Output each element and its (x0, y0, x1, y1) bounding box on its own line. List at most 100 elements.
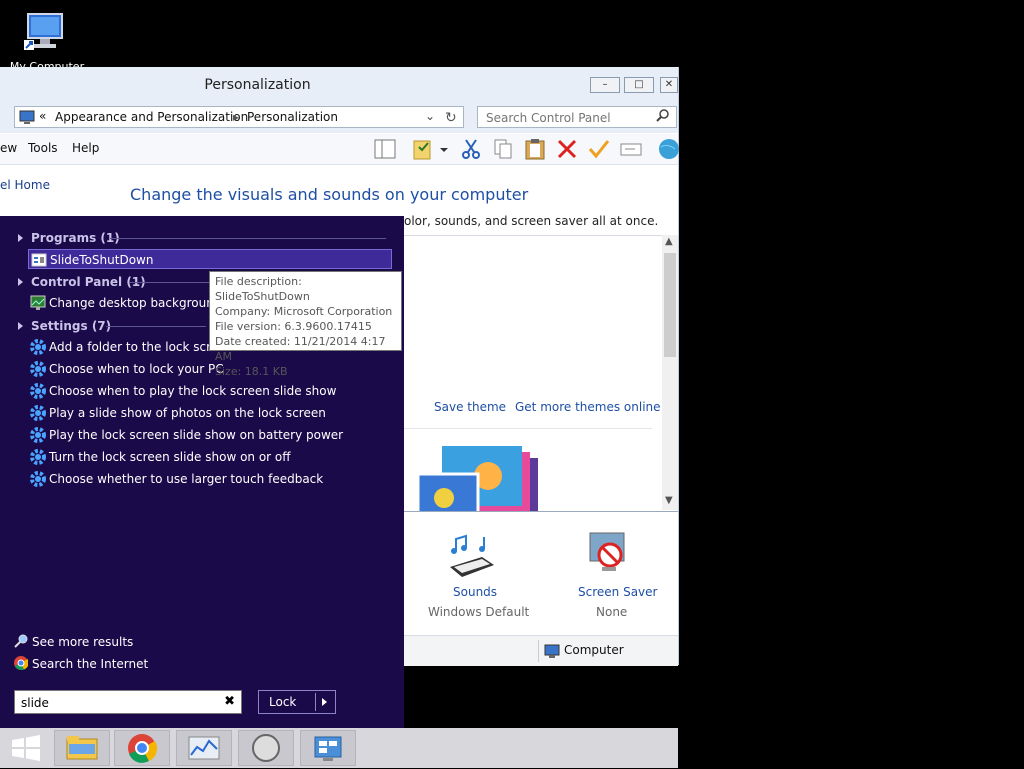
tooltip-company: Company: Microsoft Corporation (215, 305, 393, 318)
control-panel-home-link[interactable]: el Home (0, 178, 50, 192)
scroll-up-icon[interactable]: ▲ (665, 236, 673, 247)
scroll-down-icon[interactable]: ▼ (665, 495, 673, 506)
delete-icon[interactable] (555, 137, 579, 161)
see-more-results-link[interactable]: See more results (14, 634, 133, 649)
application-icon (31, 252, 47, 268)
result-label: Change desktop background (49, 296, 222, 310)
compass-icon (239, 734, 293, 768)
theme-list[interactable] (404, 235, 662, 518)
status-divider (538, 640, 539, 662)
paste-icon[interactable] (523, 137, 547, 161)
copy-icon[interactable] (491, 137, 515, 161)
clear-search-icon[interactable]: ✖ (224, 694, 235, 709)
result-label: Choose when to lock your PC (49, 362, 224, 376)
result-label: Choose when to play the lock screen slid… (49, 384, 337, 398)
lock-button[interactable]: Lock (258, 690, 336, 714)
gear-icon (30, 361, 46, 377)
breadcrumb-chevrons[interactable]: « (39, 109, 46, 123)
resource-monitor-taskbar-button[interactable] (176, 730, 232, 766)
window-title: Personalization (204, 77, 311, 93)
chrome-icon (14, 656, 29, 671)
gear-icon (30, 449, 46, 465)
theme-preview-image[interactable] (416, 446, 538, 518)
search-input[interactable] (484, 108, 658, 128)
save-theme-link[interactable]: Save theme (434, 400, 506, 414)
sounds-icon[interactable] (446, 533, 496, 582)
gear-icon (30, 339, 46, 355)
gear-icon (30, 471, 46, 487)
sounds-link[interactable]: Sounds (453, 585, 497, 599)
file-explorer-taskbar-button[interactable] (54, 730, 110, 766)
result-slidetoshutdown[interactable]: SlideToShutDown (28, 249, 392, 269)
desktop-background-icon (30, 295, 46, 311)
group-control-panel-label: Control Panel (1) (31, 275, 146, 289)
maximize-button[interactable]: □ (624, 77, 654, 93)
folder-icon (55, 736, 109, 768)
gear-icon (30, 383, 46, 399)
group-divider (110, 238, 386, 239)
start-search-box[interactable]: ✖ (14, 690, 242, 714)
control-panel-taskbar-button[interactable] (300, 730, 356, 766)
start-button[interactable] (2, 730, 58, 766)
search-internet-link[interactable]: Search the Internet (14, 656, 148, 671)
breadcrumb-appearance[interactable]: Appearance and Personalization (55, 110, 248, 124)
magnifier-icon (14, 634, 28, 648)
group-programs[interactable]: Programs (1) (18, 231, 120, 245)
layout-pane-icon[interactable] (373, 137, 397, 161)
my-computer-desktop-icon[interactable]: My Computer (10, 10, 84, 73)
taskbar (0, 728, 678, 768)
tooltip-size: Size: 18.1 KB (215, 365, 288, 378)
window-titlebar[interactable]: Personalization – □ ✕ (0, 67, 678, 103)
lock-label: Lock (269, 695, 297, 709)
status-computer-icon (544, 643, 560, 662)
result-label: SlideToShutDown (50, 253, 154, 267)
menu-tools[interactable]: Tools (28, 141, 58, 155)
result-setting-3[interactable]: Choose when to play the lock screen slid… (28, 381, 392, 401)
screen-saver-icon[interactable] (586, 529, 634, 580)
result-setting-4[interactable]: Play a slide show of photos on the lock … (28, 403, 392, 423)
result-setting-6[interactable]: Turn the lock screen slide show on or of… (28, 447, 392, 467)
rename-icon[interactable] (619, 137, 643, 161)
search-internet-label: Search the Internet (32, 657, 149, 671)
globe-icon[interactable] (655, 137, 679, 161)
compass-taskbar-button[interactable] (238, 730, 294, 766)
refresh-icon[interactable]: ↻ (445, 110, 457, 126)
get-more-themes-link[interactable]: Get more themes online (515, 400, 661, 414)
result-setting-7[interactable]: Choose whether to use larger touch feedb… (28, 469, 392, 489)
group-settings[interactable]: Settings (7) (18, 319, 111, 333)
group-control-panel[interactable]: Control Panel (1) (18, 275, 146, 289)
result-setting-5[interactable]: Play the lock screen slide show on batte… (28, 425, 392, 445)
control-panel-icon (301, 736, 355, 768)
theme-scrollbar[interactable]: ▲ ▼ (662, 235, 678, 510)
chrome-taskbar-button[interactable] (114, 730, 170, 766)
close-button[interactable]: ✕ (660, 77, 678, 93)
expand-triangle-icon (18, 278, 23, 286)
result-label: Turn the lock screen slide show on or of… (49, 450, 291, 464)
address-bar[interactable]: « Appearance and Personalization ▸ Perso… (14, 106, 464, 128)
menu-help[interactable]: Help (72, 141, 99, 155)
group-settings-label: Settings (7) (31, 319, 112, 333)
status-bar: Computer (404, 635, 678, 666)
screen-saver-link[interactable]: Screen Saver (578, 585, 657, 599)
search-control-panel[interactable] (477, 106, 677, 128)
menu-view[interactable]: ew (0, 141, 17, 155)
properties-icon[interactable] (411, 137, 435, 161)
tooltip-date: Date created: 11/21/2014 4:17 AM (215, 335, 386, 363)
minimize-button[interactable]: – (590, 77, 620, 93)
lock-options-arrow-icon[interactable] (322, 698, 327, 706)
expand-triangle-icon (18, 234, 23, 242)
result-label: Play a slide show of photos on the lock … (49, 406, 326, 420)
tooltip-description: File description: SlideToShutDown (215, 275, 310, 303)
monitor-chart-icon (177, 736, 231, 768)
breadcrumb-personalization[interactable]: Personalization (247, 110, 338, 124)
checkmark-icon[interactable] (587, 137, 611, 161)
page-subtext: olor, sounds, and screen saver all at on… (404, 214, 659, 228)
address-row: « Appearance and Personalization ▸ Perso… (0, 103, 678, 133)
search-icon[interactable] (656, 109, 670, 126)
lock-button-divider (315, 693, 316, 711)
properties-dropdown-icon[interactable] (437, 137, 451, 161)
cut-icon[interactable] (459, 137, 483, 161)
scroll-thumb[interactable] (664, 253, 676, 357)
start-search-input[interactable] (19, 693, 213, 713)
address-dropdown-icon[interactable]: ⌄ (425, 109, 435, 123)
